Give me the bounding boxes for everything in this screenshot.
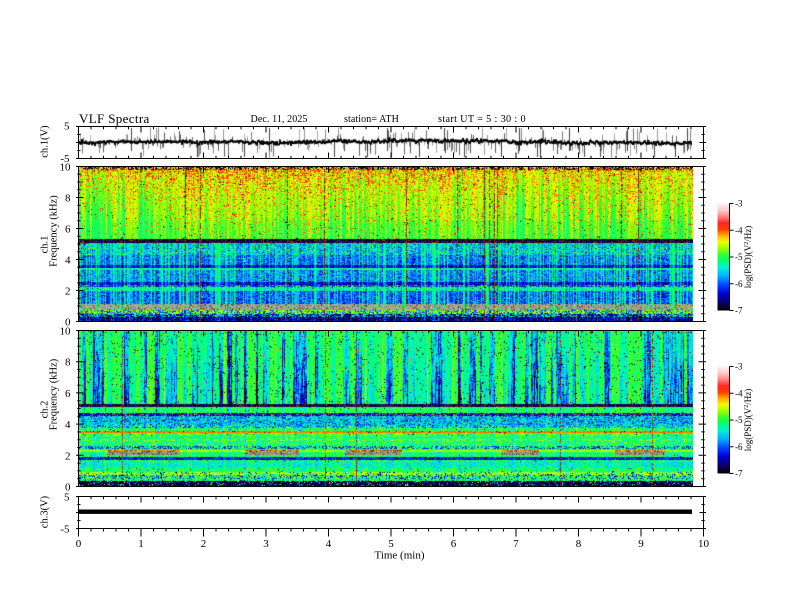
svg-text:4: 4 bbox=[326, 538, 332, 550]
svg-text:-6: -6 bbox=[735, 279, 743, 289]
svg-text:5: 5 bbox=[388, 538, 394, 550]
svg-text:-5: -5 bbox=[735, 415, 743, 425]
svg-text:10: 10 bbox=[698, 538, 710, 550]
svg-text:-5: -5 bbox=[60, 524, 70, 536]
svg-text:-7: -7 bbox=[735, 469, 743, 479]
svg-text:Frequency (kHz): Frequency (kHz) bbox=[48, 358, 59, 430]
svg-text:station= ATH: station= ATH bbox=[344, 114, 399, 125]
svg-text:9: 9 bbox=[638, 538, 644, 550]
svg-text:10: 10 bbox=[60, 162, 72, 174]
svg-text:6: 6 bbox=[65, 224, 71, 236]
svg-text:ch.1(V): ch.1(V) bbox=[40, 125, 51, 158]
svg-text:8: 8 bbox=[65, 357, 71, 369]
svg-text:2: 2 bbox=[201, 538, 207, 550]
svg-text:4: 4 bbox=[65, 419, 71, 431]
svg-text:-7: -7 bbox=[735, 306, 743, 316]
svg-text:6: 6 bbox=[451, 538, 457, 550]
svg-text:1: 1 bbox=[138, 538, 144, 550]
svg-text:10: 10 bbox=[60, 326, 72, 338]
svg-text:-3: -3 bbox=[735, 362, 743, 372]
svg-text:8: 8 bbox=[65, 193, 71, 205]
svg-text:2: 2 bbox=[65, 286, 71, 298]
svg-text:log(PSD)(V2/Hz): log(PSD)(V2/Hz) bbox=[743, 389, 753, 452]
svg-text:-4: -4 bbox=[735, 388, 743, 398]
svg-text:7: 7 bbox=[513, 538, 519, 550]
svg-text:6: 6 bbox=[65, 388, 71, 400]
svg-text:4: 4 bbox=[65, 255, 71, 267]
svg-text:0: 0 bbox=[76, 538, 82, 550]
svg-text:log(PSD)(V2/Hz): log(PSD)(V2/Hz) bbox=[743, 226, 753, 289]
svg-text:Frequency (kHz): Frequency (kHz) bbox=[48, 195, 59, 267]
svg-text:2: 2 bbox=[65, 450, 71, 462]
svg-text:-3: -3 bbox=[735, 199, 743, 209]
svg-text:5: 5 bbox=[64, 120, 70, 132]
svg-text:Dec. 11, 2025: Dec. 11, 2025 bbox=[251, 114, 308, 125]
svg-text:ch.3(V): ch.3(V) bbox=[40, 495, 51, 528]
svg-text:start UT = 5 : 30 : 0: start UT = 5 : 30 : 0 bbox=[438, 114, 526, 125]
svg-text:-6: -6 bbox=[735, 442, 743, 452]
svg-text:-4: -4 bbox=[735, 225, 743, 235]
svg-text:5: 5 bbox=[64, 492, 70, 504]
svg-text:-5: -5 bbox=[735, 252, 743, 262]
svg-text:VLF Spectra: VLF Spectra bbox=[79, 111, 150, 126]
svg-text:3: 3 bbox=[263, 538, 269, 550]
svg-text:Time (min): Time (min) bbox=[374, 550, 424, 562]
svg-text:8: 8 bbox=[576, 538, 582, 550]
